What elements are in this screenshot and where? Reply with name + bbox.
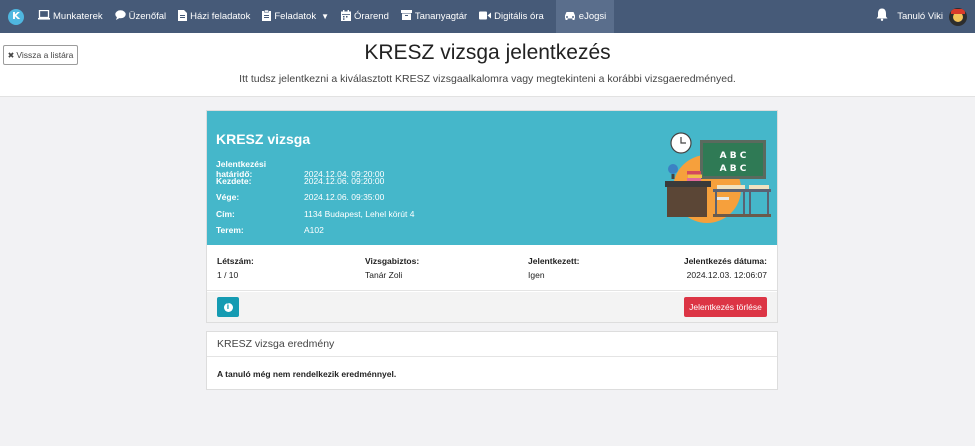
nav-label: Házi feladatok [190,11,251,22]
user-name[interactable]: Tanuló Viki [897,11,943,22]
board-text-line: A B C [720,164,747,174]
info-label: Vizsgabiztos: [365,256,420,266]
detail-row-start: Kezdete: 2024.12.06. 09:20:00 [216,176,384,186]
nav-item-digitalis-ora[interactable]: Digitális óra [479,0,550,33]
car-icon [564,11,576,23]
nav-item-hazi-feladatok[interactable]: Házi feladatok [178,0,256,33]
nav-label: Digitális óra [494,11,544,22]
video-camera-icon [479,11,492,23]
nav-item-ejogsi[interactable]: eJogsi [555,0,615,33]
calendar-icon [341,9,351,24]
nav-item-tananyagtar[interactable]: Tananyagtár [400,0,473,33]
exam-info-row: Létszám: 1 / 10 Vizsgabiztos: Tanár Zoli… [207,245,777,291]
nav-label: Feladatok [274,11,317,22]
classroom-illustration: A B C A B C [665,132,771,223]
page-subtitle: Itt tudsz jelentkezni a kiválasztott KRE… [239,73,736,85]
nav-item-munkaterek[interactable]: Munkaterek [38,0,109,33]
laptop-icon [38,9,50,23]
detail-label: Cím: [216,209,235,219]
info-value: Tanár Zoli [365,270,403,280]
detail-label: Kezdete: [216,176,252,186]
info-registration-date: Jelentkezés dátuma: 2024.12.03. 12:06:07 [684,256,767,280]
exam-result-card: KRESZ vizsga eredmény A tanuló még nem r… [206,331,778,390]
app-logo[interactable]: K [8,8,24,25]
page-header: ✖ Vissza a listára KRESZ vizsga jelentke… [0,33,975,97]
info-value: 2024.12.03. 12:06:07 [686,270,767,280]
detail-value: A102 [304,225,324,235]
info-capacity: Létszám: 1 / 10 [217,256,254,280]
detail-label: Vége: [216,192,240,202]
exam-card-actions: i Jelentkezés törlése [207,292,777,322]
info-registered: Jelentkezett: Igen [528,256,580,280]
document-icon [178,9,188,24]
nav-label: Munkaterek [53,11,103,22]
page-title: KRESZ vizsga jelentkezés [364,41,611,64]
chat-bubble-icon [114,10,126,23]
exam-card-header: KRESZ vizsga Jelentkezési határidő: 2024.… [207,111,777,245]
exam-title: KRESZ vizsga [216,131,311,147]
exam-card: KRESZ vizsga Jelentkezési határidő: 2024.… [206,110,778,323]
info-label: Jelentkezés dátuma: [683,256,767,266]
user-menu[interactable]: Tanuló Viki [876,0,967,33]
detail-row-end: Vége: 2024.12.06. 09:35:00 [216,192,384,202]
info-value: 1 / 10 [217,270,239,280]
nav-label: Üzenőfal [128,11,167,22]
info-examiner: Vizsgabiztos: Tanár Zoli [365,256,419,280]
nav-item-uzenofal[interactable]: Üzenőfal [114,0,173,33]
info-icon: i [223,302,233,312]
detail-value: 2024.12.06. 09:20:00 [304,176,385,186]
nav-label: Órarend [354,11,389,22]
result-title: KRESZ vizsga eredmény [207,332,777,357]
result-message: A tanuló még nem rendelkezik eredménnyel… [217,369,397,379]
chevron-down-icon[interactable]: ▼ [321,12,329,21]
nav-label: eJogsi [578,11,607,22]
clipboard-icon [262,9,272,24]
nav-label: Tananyagtár [414,11,468,22]
info-value: Igen [528,270,545,280]
info-label: Jelentkezett: [528,256,580,266]
archive-icon [400,10,412,23]
info-label: Létszám: [217,256,254,266]
bell-icon[interactable] [876,8,888,25]
detail-label: Terem: [216,225,244,235]
detail-row-address: Cím: 1134 Budapest, Lehel körút 4 [216,209,414,219]
nav-item-feladatok[interactable]: Feladatok ▼ [262,0,335,33]
avatar[interactable] [949,7,967,26]
detail-value: 2024.12.06. 09:35:00 [304,192,385,202]
info-button[interactable]: i [217,297,239,317]
cancel-registration-button[interactable]: Jelentkezés törlése [684,297,767,317]
main-nav: Munkaterek Üzenőfal Házi feladatok Felad… [38,0,620,33]
board-text-line: A B C [720,151,747,161]
detail-value: 1134 Budapest, Lehel körút 4 [304,209,415,219]
nav-item-orarend[interactable]: Órarend [341,0,395,33]
detail-row-room: Terem: A102 [216,225,324,235]
top-navigation-bar: K Munkaterek Üzenőfal Házi feladatok Fel… [0,0,975,33]
